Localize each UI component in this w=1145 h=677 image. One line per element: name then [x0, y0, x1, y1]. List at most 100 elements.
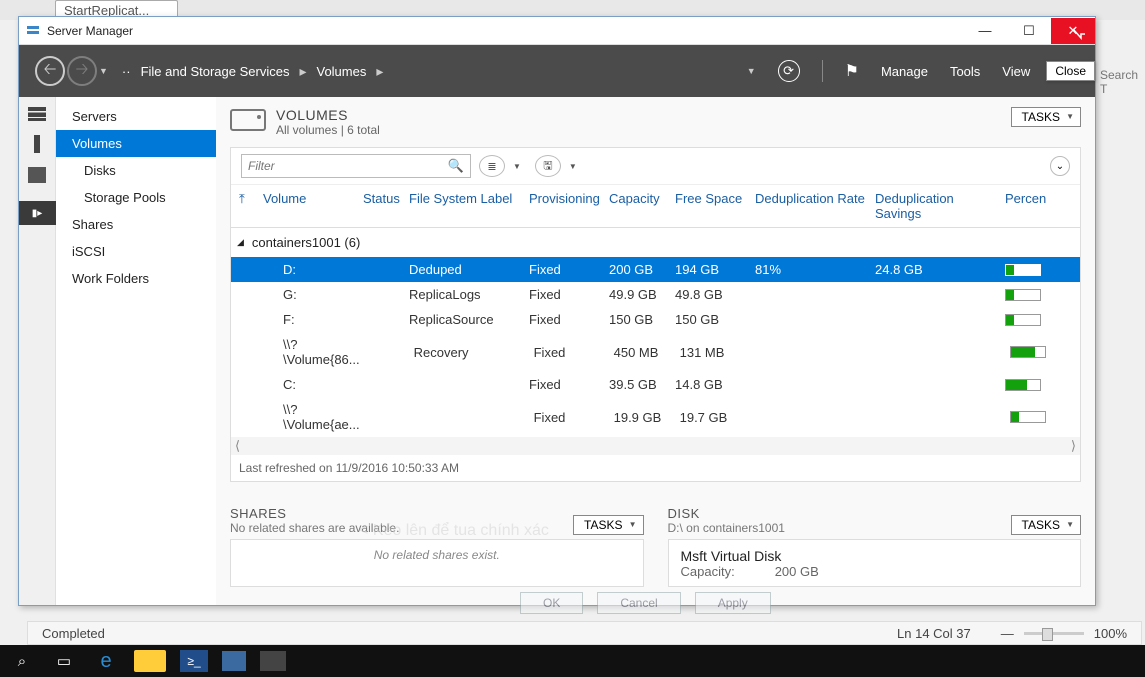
minimize-button[interactable]: — [963, 18, 1007, 44]
cell-free: 131 MB [676, 345, 756, 360]
ok-button[interactable]: OK [520, 592, 583, 614]
shares-tasks-button[interactable]: TASKS [573, 515, 643, 535]
cell-free: 194 GB [671, 262, 751, 277]
cell-rate: 81% [751, 262, 871, 277]
table-row[interactable]: C:Fixed39.5 GB14.8 GB [231, 372, 1080, 397]
horizontal-scrollbar[interactable]: ⟨⟩ [231, 437, 1080, 455]
filter-box[interactable]: 🔍 [241, 154, 471, 178]
col-provisioning[interactable]: Provisioning [525, 191, 605, 221]
ghost-dialog-buttons: OK Cancel Apply [520, 592, 771, 614]
task-view-icon[interactable]: ▭ [50, 647, 78, 675]
menu-tools[interactable]: Tools [950, 64, 980, 79]
col-status[interactable]: Status [359, 191, 405, 221]
cell-volume: G: [259, 287, 359, 302]
app-icon-2[interactable] [260, 651, 286, 671]
apply-button[interactable]: Apply [695, 592, 771, 614]
usage-bar [1010, 346, 1046, 358]
table-row[interactable]: \\?\Volume{86...RecoveryFixed450 MB131 M… [231, 332, 1080, 372]
search-icon[interactable]: 🔍 [448, 158, 464, 174]
chevron-right-icon: ▸ [299, 63, 306, 80]
sidebar-item-servers[interactable]: Servers [56, 103, 216, 130]
forward-button[interactable]: 🡢 [67, 56, 97, 86]
last-refreshed-label: Last refreshed on 11/9/2016 10:50:33 AM [231, 455, 1080, 481]
volumes-icon [230, 109, 266, 131]
cell-save: 24.8 GB [871, 262, 1001, 277]
cell-label: Deduped [405, 262, 525, 277]
disk-tasks-button[interactable]: TASKS [1011, 515, 1081, 535]
menu-view[interactable]: View [1002, 64, 1030, 79]
all-servers-icon[interactable] [28, 167, 46, 183]
col-dedup-rate[interactable]: Deduplication Rate [751, 191, 871, 221]
list-view-button[interactable]: ≣ [479, 155, 505, 177]
cell-cap: 150 GB [605, 312, 671, 327]
expand-button[interactable]: ⌄ [1050, 156, 1070, 176]
local-server-icon[interactable] [34, 135, 40, 153]
sidebar-item-iscsi[interactable]: iSCSI [56, 238, 216, 265]
chevron-right-icon: ▸ [376, 63, 383, 80]
nav-dropdown-icon[interactable]: ▼ [99, 66, 108, 76]
cell-volume: \\?\Volume{ae... [259, 402, 364, 432]
col-capacity[interactable]: Capacity [605, 191, 671, 221]
search-icon[interactable]: ⌕ [8, 647, 36, 675]
volumes-tasks-button[interactable]: TASKS [1011, 107, 1081, 127]
back-button[interactable]: 🡠 [35, 56, 65, 86]
usage-bar [1005, 379, 1041, 391]
dropdown-icon[interactable]: ▼ [747, 66, 756, 76]
col-label[interactable]: File System Label [405, 191, 525, 221]
outer-search-hint: Search T [1100, 65, 1145, 87]
cancel-button[interactable]: Cancel [597, 592, 680, 614]
sidebar-item-disks[interactable]: Disks [56, 157, 216, 184]
table-row[interactable]: G:ReplicaLogsFixed49.9 GB49.8 GB [231, 282, 1080, 307]
separator [822, 60, 823, 82]
shares-panel: SHARES No related shares are available. … [230, 506, 644, 587]
usage-bar [1010, 411, 1046, 423]
editor-statusbar: Completed Ln 14 Col 37 — 100% [27, 621, 1142, 645]
table-row[interactable]: F:ReplicaSourceFixed150 GB150 GB [231, 307, 1080, 332]
save-query-button[interactable]: 🖫 [535, 155, 561, 177]
filter-input[interactable] [248, 159, 448, 173]
command-bar: 🡠 🡢 ▼ ·· File and Storage Services ▸ Vol… [19, 45, 1095, 97]
col-volume[interactable]: Volume [259, 191, 359, 221]
explorer-icon[interactable] [134, 650, 166, 672]
sidebar-item-volumes[interactable]: Volumes [56, 130, 216, 157]
dashboard-icon[interactable] [28, 107, 46, 121]
table-row[interactable]: D:DedupedFixed200 GB194 GB81%24.8 GB [231, 257, 1080, 282]
sort-icon[interactable]: ⤒ [235, 191, 259, 221]
nav-rail: ▮▸ [19, 97, 56, 605]
close-button[interactable]: ✕ [1051, 18, 1095, 44]
refresh-button[interactable]: ⟳ [778, 60, 800, 82]
usage-bar [1005, 314, 1041, 326]
cell-volume: F: [259, 312, 359, 327]
cell-prov: Fixed [525, 377, 605, 392]
sidebar-item-storage-pools[interactable]: Storage Pools [56, 184, 216, 211]
cell-prov: Fixed [530, 345, 610, 360]
breadcrumb-prefix: ·· [122, 64, 131, 79]
group-row[interactable]: ◢ containers1001 (6) [231, 228, 1080, 257]
breadcrumb-file-storage[interactable]: File and Storage Services [141, 64, 290, 79]
table-header: ⤒ Volume Status File System Label Provis… [231, 185, 1080, 228]
server-manager-taskbar-icon[interactable] [222, 651, 246, 671]
table-row[interactable]: \\?\Volume{ae...Fixed19.9 GB19.7 GB [231, 397, 1080, 437]
col-dedup-save[interactable]: Deduplication Savings [871, 191, 1001, 221]
menu-manage[interactable]: Manage [881, 64, 928, 79]
cell-label: ReplicaLogs [405, 287, 525, 302]
sidebar-item-shares[interactable]: Shares [56, 211, 216, 238]
col-free[interactable]: Free Space [671, 191, 751, 221]
notifications-flag-icon[interactable] [845, 61, 859, 81]
zoom-slider[interactable] [1024, 632, 1084, 635]
sidebar-item-work-folders[interactable]: Work Folders [56, 265, 216, 292]
cell-cap: 450 MB [610, 345, 676, 360]
maximize-button[interactable]: ☐ [1007, 18, 1051, 44]
disk-panel: DISK D:\ on containers1001 TASKS Msft Vi… [668, 506, 1082, 587]
volumes-subtitle: All volumes | 6 total [276, 123, 1001, 137]
powershell-icon[interactable]: ≥_ [180, 650, 208, 672]
breadcrumb-volumes[interactable]: Volumes [316, 64, 366, 79]
cell-prov: Fixed [525, 287, 605, 302]
window-title: Server Manager [47, 24, 963, 38]
col-percent[interactable]: Percen [1001, 191, 1051, 221]
file-storage-rail-icon[interactable]: ▮▸ [19, 201, 56, 225]
cell-free: 19.7 GB [676, 410, 756, 425]
edge-icon[interactable]: e [92, 647, 120, 675]
disk-capacity: 200 GB [775, 564, 819, 579]
zoom-out-icon[interactable]: — [1001, 626, 1014, 641]
